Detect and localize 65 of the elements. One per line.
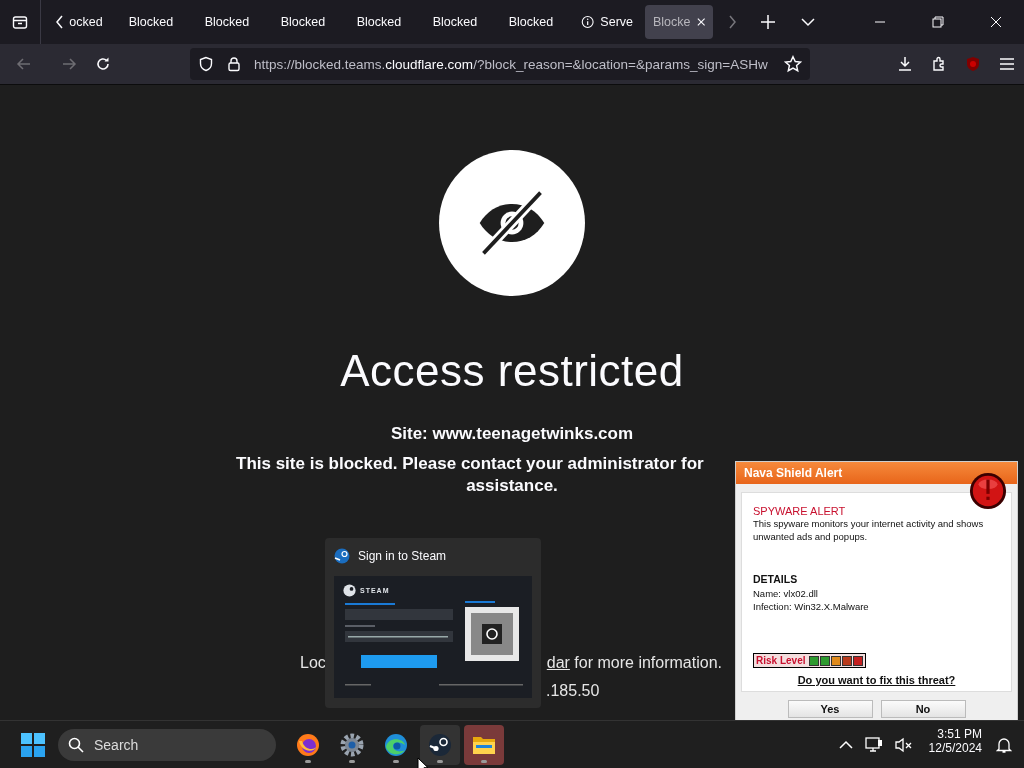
swirl-icon <box>384 732 408 757</box>
search-icon <box>68 736 84 753</box>
details-heading: DETAILS <box>753 573 799 585</box>
explorer-taskbar-button[interactable] <box>464 724 504 765</box>
fix-link[interactable]: Do you want to fix this threat? <box>753 674 1000 686</box>
steam-icon <box>334 548 350 564</box>
menu-icon[interactable] <box>999 56 1015 72</box>
browser-tab[interactable]: Serve <box>569 5 645 39</box>
muted-speaker-icon[interactable] <box>894 736 913 753</box>
info-link[interactable]: dar <box>546 654 570 672</box>
shield-extension-icon[interactable] <box>965 56 981 72</box>
alert-title: Nava Shield Alert <box>744 466 843 480</box>
forward-icon[interactable] <box>61 56 77 72</box>
browser-tab[interactable]: Blocked <box>265 5 341 39</box>
reload-icon[interactable] <box>95 56 111 72</box>
start-icon[interactable] <box>21 732 45 757</box>
download-icon[interactable] <box>897 56 913 72</box>
browser-tab[interactable]: ocked <box>65 5 113 39</box>
blocked-message: assistance. <box>466 476 558 496</box>
detail-text: Infection: Win32.X.Malware <box>753 600 870 613</box>
info-text: Loc <box>300 654 326 672</box>
clock-time[interactable]: 3:51 PM <box>937 726 982 741</box>
detail-text: Name: vlx02.dll <box>753 587 819 600</box>
close-icon[interactable] <box>696 17 705 27</box>
dialog-button[interactable]: Yes <box>787 700 873 718</box>
browser-tab[interactable]: Blocked <box>113 5 189 39</box>
tab-list-icon[interactable] <box>12 14 28 30</box>
risk-label: Risk Level <box>756 655 806 666</box>
back-icon[interactable] <box>16 56 32 72</box>
blocked-message: This site is blocked. Please contact your administrator for <box>236 454 704 474</box>
info-icon <box>581 14 595 30</box>
steam-icon <box>428 732 452 757</box>
gear-icon <box>340 732 364 757</box>
info-text: for more information. <box>573 654 722 672</box>
browser-tab[interactable]: Blocked <box>341 5 417 39</box>
fox-globe-icon <box>296 732 320 757</box>
bell-icon[interactable] <box>996 736 1012 753</box>
browser-tab[interactable]: Blocked <box>417 5 493 39</box>
clock-date[interactable]: 12/5/2024 <box>928 740 982 755</box>
steam-icon <box>343 584 356 597</box>
site-label: Site: www.teenagetwinks.com <box>390 424 634 444</box>
alert-heading: SPYWARE ALERT <box>753 505 847 517</box>
new-tab-icon[interactable] <box>761 15 775 29</box>
browser-tab[interactable]: Blocked <box>493 5 569 39</box>
address-field[interactable]: https://blocked.teams.cloudflare.com/?block_reason=&location=&params_sign=ASHw <box>190 48 810 80</box>
preview-title: Sign in to Steam <box>358 549 447 563</box>
dialog-button[interactable]: No <box>880 700 966 718</box>
monitor-icon[interactable] <box>864 736 883 753</box>
page-heading: Access restricted <box>340 346 684 396</box>
lock-icon[interactable] <box>226 56 242 72</box>
chevron-left-icon[interactable] <box>55 14 65 30</box>
chevron-right-icon[interactable] <box>727 14 737 30</box>
chevron-up-icon[interactable] <box>838 739 853 750</box>
close-icon[interactable] <box>990 16 1002 28</box>
browser-tab[interactable]: Blocke <box>645 5 713 39</box>
browser-tab[interactable]: Blocked <box>189 5 265 39</box>
shield-icon[interactable] <box>198 56 214 72</box>
search-field[interactable]: Search <box>58 728 276 761</box>
restore-icon[interactable] <box>932 16 944 28</box>
chevron-down-icon[interactable] <box>801 17 815 27</box>
ip-address: .185.50 <box>546 682 600 700</box>
star-icon[interactable] <box>784 55 802 73</box>
alert-description: This spyware monitors your internet activity and shows unwanted ads and popups. <box>753 517 985 543</box>
puzzle-icon[interactable] <box>931 56 947 72</box>
steam-taskbar-button[interactable] <box>420 724 460 765</box>
